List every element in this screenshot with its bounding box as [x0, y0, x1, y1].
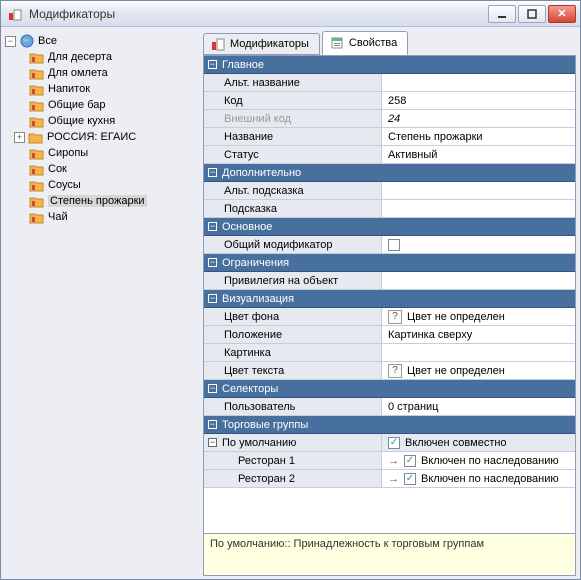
tree-item[interactable]: Для десерта	[27, 49, 199, 65]
question-icon: ?	[388, 310, 402, 324]
inherit-arrow-icon: →	[388, 473, 399, 485]
folder-icon	[28, 130, 44, 144]
tree-label: Сок	[48, 163, 67, 175]
row-textcolor[interactable]: Цвет текста?Цвет не определен	[204, 362, 575, 380]
tab-properties[interactable]: Свойства	[322, 31, 408, 55]
row-code[interactable]: Код258	[204, 92, 575, 110]
checkbox[interactable]	[388, 239, 400, 251]
folder-icon	[29, 162, 45, 176]
window-title: Модификаторы	[29, 7, 488, 21]
section-base[interactable]: −Основное	[204, 218, 575, 236]
collapse-icon[interactable]: −	[208, 420, 217, 429]
property-grid: −Главное Альт. название Код258 Внешний к…	[203, 55, 576, 534]
expand-icon[interactable]: +	[14, 132, 25, 143]
section-restrictions[interactable]: −Ограничения	[204, 254, 575, 272]
tree-label: Чай	[48, 211, 68, 223]
row-alt-name[interactable]: Альт. название	[204, 74, 575, 92]
row-restaurant-2[interactable]: Ресторан 2→✓Включен по наследованию	[204, 470, 575, 488]
question-icon: ?	[388, 364, 402, 378]
tree-label: Для десерта	[48, 51, 112, 63]
folder-icon	[29, 178, 45, 192]
tree-item[interactable]: Для омлета	[27, 65, 199, 81]
window-controls: ✕	[488, 5, 576, 23]
tree-item[interactable]: Чай	[27, 209, 199, 225]
checkbox[interactable]: ✓	[388, 437, 400, 449]
tab-label: Модификаторы	[230, 38, 309, 50]
row-ext-code[interactable]: Внешний код24	[204, 110, 575, 128]
row-privilege[interactable]: Привилегия на объект	[204, 272, 575, 290]
tree-label: Напиток	[48, 83, 90, 95]
folder-icon	[29, 210, 45, 224]
tree-item[interactable]: +РОССИЯ: ЕГАИС	[27, 129, 199, 145]
tree-label: Общие кухня	[48, 115, 115, 127]
inherit-arrow-icon: →	[388, 455, 399, 467]
collapse-icon[interactable]: −	[208, 384, 217, 393]
tree-label: РОССИЯ: ЕГАИС	[47, 131, 136, 143]
row-status[interactable]: СтатусАктивный	[204, 146, 575, 164]
tree-item[interactable]: Сиропы	[27, 145, 199, 161]
folder-icon	[29, 98, 45, 112]
row-restaurant-1[interactable]: Ресторан 1→✓Включен по наследованию	[204, 452, 575, 470]
modifiers-icon	[210, 36, 226, 52]
tree-label: Для омлета	[48, 67, 108, 79]
collapse-icon[interactable]: −	[5, 36, 16, 47]
section-visual[interactable]: −Визуализация	[204, 290, 575, 308]
section-tradegroups[interactable]: −Торговые группы	[204, 416, 575, 434]
collapse-icon[interactable]: −	[208, 294, 217, 303]
checkbox[interactable]: ✓	[404, 473, 416, 485]
checkbox[interactable]: ✓	[404, 455, 416, 467]
tree-label: Общие бар	[48, 99, 106, 111]
properties-icon	[329, 35, 345, 51]
folder-icon	[29, 146, 45, 160]
tree-label: Все	[38, 35, 57, 47]
minimize-button[interactable]	[488, 5, 516, 23]
row-user[interactable]: Пользователь0 страниц	[204, 398, 575, 416]
close-button[interactable]: ✕	[548, 5, 576, 23]
subrow-default[interactable]: −По умолчанию ✓Включен совместно	[204, 434, 575, 452]
row-common-mod[interactable]: Общий модификатор	[204, 236, 575, 254]
folder-icon	[29, 66, 45, 80]
tabbar: Модификаторы Свойства	[203, 31, 576, 55]
collapse-icon[interactable]: −	[208, 168, 217, 177]
tree-item[interactable]: Общие бар	[27, 97, 199, 113]
tree-item[interactable]: Сок	[27, 161, 199, 177]
tab-modifiers[interactable]: Модификаторы	[203, 33, 320, 55]
collapse-icon[interactable]: −	[208, 222, 217, 231]
tree-label: Сиропы	[48, 147, 88, 159]
tree-item[interactable]: Напиток	[27, 81, 199, 97]
row-picture[interactable]: Картинка	[204, 344, 575, 362]
folder-icon	[29, 194, 45, 208]
tree-item[interactable]: Степень прожарки	[27, 193, 199, 209]
tree-item[interactable]: Общие кухня	[27, 113, 199, 129]
maximize-button[interactable]	[518, 5, 546, 23]
tree-label: Соусы	[48, 179, 81, 191]
hint-panel: По умолчанию:: Принадлежность к торговым…	[203, 534, 576, 576]
row-position[interactable]: ПоложениеКартинка сверху	[204, 326, 575, 344]
collapse-icon[interactable]: −	[208, 60, 217, 69]
row-hint[interactable]: Подсказка	[204, 200, 575, 218]
folder-icon	[29, 82, 45, 96]
content: − Все Для десерта Для омлета Напиток Общие …	[1, 27, 580, 579]
tree: − Все Для десерта Для омлета Напиток Общие …	[1, 27, 201, 579]
collapse-icon[interactable]: −	[208, 258, 217, 267]
tree-root[interactable]: − Все	[3, 33, 199, 49]
app-icon	[7, 6, 23, 22]
folder-icon	[29, 50, 45, 64]
section-additional[interactable]: −Дополнительно	[204, 164, 575, 182]
right-panel: Модификаторы Свойства −Главное Альт. наз…	[201, 27, 580, 579]
row-bg[interactable]: Цвет фона?Цвет не определен	[204, 308, 575, 326]
section-main[interactable]: −Главное	[204, 56, 575, 74]
section-selectors[interactable]: −Селекторы	[204, 380, 575, 398]
row-alt-hint[interactable]: Альт. подсказка	[204, 182, 575, 200]
folder-icon	[29, 114, 45, 128]
collapse-icon[interactable]: −	[208, 438, 217, 447]
globe-icon	[19, 34, 35, 48]
row-name[interactable]: НазваниеСтепень прожарки	[204, 128, 575, 146]
titlebar: Модификаторы ✕	[1, 1, 580, 27]
tree-label: Степень прожарки	[48, 195, 147, 207]
tab-label: Свойства	[349, 37, 397, 49]
tree-item[interactable]: Соусы	[27, 177, 199, 193]
